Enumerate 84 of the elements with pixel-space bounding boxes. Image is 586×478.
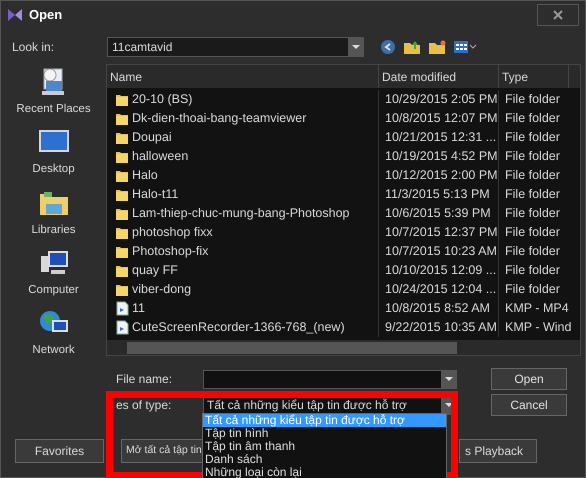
file-name[interactable]: 11 xyxy=(132,299,145,318)
file-type: File folder xyxy=(505,129,560,146)
folder-up-icon[interactable] xyxy=(403,39,421,55)
horizontal-scrollbar[interactable] xyxy=(107,340,580,355)
file-type: File folder xyxy=(505,148,560,166)
column-header[interactable]: Date modified xyxy=(379,65,499,88)
folder-icon xyxy=(115,206,129,221)
folder-icon xyxy=(115,111,129,126)
date-modified: 10/19/2015 4:52 PM xyxy=(385,148,498,166)
folder-icon xyxy=(115,282,129,297)
folder-icon xyxy=(115,225,129,240)
file-name[interactable]: CuteScreenRecorder-1366-768_(new) xyxy=(132,318,345,337)
date-modified: 10/8/2015 12:07 PM xyxy=(385,110,498,128)
file-type: File folder xyxy=(505,186,560,204)
folder-icon xyxy=(115,130,129,145)
close-button[interactable] xyxy=(537,4,579,26)
file-name[interactable]: Doupai xyxy=(132,128,172,147)
sidebar-item[interactable]: Computer xyxy=(8,248,98,299)
folder-icon xyxy=(115,168,129,183)
date-modified: 10/7/2015 10:23 AM xyxy=(385,243,497,260)
files-of-type-label: es of type: xyxy=(116,397,172,414)
sidebar-item[interactable]: Network xyxy=(8,308,98,360)
folder-icon xyxy=(115,244,129,259)
cancel-button[interactable]: Cancel xyxy=(491,394,567,416)
date-modified: 10/24/2015 12:04 ... xyxy=(385,281,496,298)
file-name[interactable]: halloween xyxy=(132,147,188,166)
date-modified: 9/22/2015 10:35 AM xyxy=(385,319,497,336)
date-modified: 10/6/2015 5:39 PM xyxy=(385,205,491,222)
dropdown-option[interactable]: Tập tin âm thanh xyxy=(203,440,446,453)
open-button[interactable]: Open xyxy=(491,368,567,390)
file-type: KMP - Wind xyxy=(505,319,572,336)
file-name-field[interactable] xyxy=(203,370,457,389)
logo-icon xyxy=(7,7,23,23)
favorites-button[interactable]: Favorites xyxy=(15,439,104,464)
column-header[interactable]: Type xyxy=(499,65,569,88)
file-type: KMP - MP4 xyxy=(505,300,569,318)
back-icon[interactable] xyxy=(380,39,396,55)
file-type: File folder xyxy=(505,243,560,260)
file-name[interactable]: viber-dong xyxy=(132,280,192,299)
dropdown-option[interactable]: Tập tin hình xyxy=(203,427,446,440)
file-name[interactable]: quay FF xyxy=(132,261,178,280)
file-name[interactable]: Halo xyxy=(132,166,158,185)
file-type: File folder xyxy=(505,110,560,128)
file-name[interactable]: Lam-thiep-chuc-mung-bang-Photoshop xyxy=(132,204,350,223)
look-in-label: Look in: xyxy=(11,39,56,56)
media-file-icon xyxy=(115,301,129,316)
file-type: File folder xyxy=(505,205,560,222)
file-type: File folder xyxy=(505,167,560,184)
dropdown-arrow-icon xyxy=(444,377,452,382)
file-type: File folder xyxy=(505,91,560,108)
new-folder-icon[interactable] xyxy=(428,39,446,55)
sidebar-item[interactable]: Recent Places xyxy=(8,67,98,118)
file-name[interactable]: Halo-t11 xyxy=(132,185,178,204)
date-modified: 10/12/2015 2:00 PM xyxy=(385,167,498,184)
file-name[interactable]: photoshop fixx xyxy=(132,223,213,242)
date-modified: 11/3/2015 5:13 PM xyxy=(385,186,490,204)
folder-icon xyxy=(115,92,129,107)
media-file-icon xyxy=(115,320,129,335)
file-type: File folder xyxy=(505,262,560,280)
dropdown-arrow-icon xyxy=(352,45,360,49)
date-modified: 10/7/2015 12:37 PM xyxy=(385,224,498,242)
file-type: File folder xyxy=(505,224,560,242)
date-modified: 10/29/2015 2:05 PM xyxy=(385,91,498,108)
file-name[interactable]: 20-10 (BS) xyxy=(132,90,192,109)
dropdown-arrow-icon xyxy=(444,403,452,408)
folder-icon xyxy=(115,263,129,278)
file-type: File folder xyxy=(505,281,560,298)
file-name[interactable]: Photoshop-fix xyxy=(132,242,208,261)
file-name-label: File name: xyxy=(116,371,174,388)
window-title: Open xyxy=(29,6,62,24)
dropdown-option[interactable]: Danh sách xyxy=(203,453,446,466)
view-menu-icon[interactable] xyxy=(453,39,477,55)
sidebar-item[interactable]: Desktop xyxy=(8,127,98,178)
date-modified: 10/21/2015 12:31 ... xyxy=(385,129,496,146)
look-in-dropdown[interactable]: 11camtavid xyxy=(107,37,364,57)
playback-button[interactable]: s Playback xyxy=(459,439,537,464)
folder-icon xyxy=(115,149,129,164)
folder-icon xyxy=(115,187,129,202)
sidebar-item[interactable]: Libraries xyxy=(8,188,98,239)
column-header[interactable]: Name xyxy=(107,65,379,88)
close-icon xyxy=(553,10,563,20)
date-modified: 10/10/2015 12:09 ... xyxy=(385,262,496,280)
date-modified: 10/8/2015 8:52 AM xyxy=(385,300,490,318)
file-name[interactable]: Dk-dien-thoai-bang-teamviewer xyxy=(132,109,306,128)
